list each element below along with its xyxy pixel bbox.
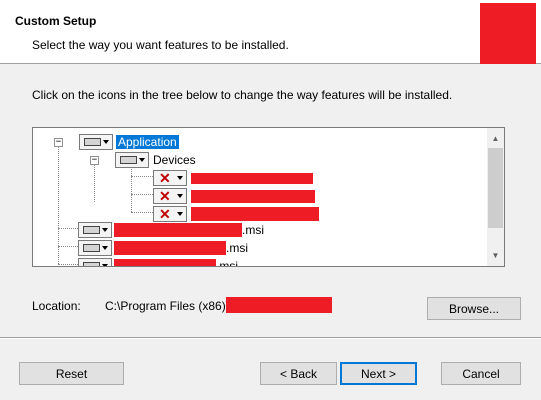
redacted-label xyxy=(191,207,319,221)
instruction-text: Click on the icons in the tree below to … xyxy=(32,88,453,102)
dropdown-arrow-icon xyxy=(103,140,109,144)
dialog-header: Custom Setup Select the way you want fea… xyxy=(0,0,541,64)
dropdown-arrow-icon xyxy=(102,264,108,266)
location-label: Location: xyxy=(32,299,81,313)
feature-state-dropdown[interactable]: ✕ xyxy=(153,170,187,186)
tree-line xyxy=(131,212,153,213)
red-x-icon: ✕ xyxy=(159,206,171,222)
tree-item-suffix: .msi xyxy=(216,259,238,267)
drive-icon xyxy=(120,156,137,164)
drive-icon xyxy=(83,244,100,252)
collapse-devices-icon[interactable]: − xyxy=(90,156,99,165)
tree-item-msi-1[interactable]: .msi xyxy=(78,221,264,239)
tree-item-suffix: .msi xyxy=(226,241,248,255)
drive-icon xyxy=(83,226,100,234)
feature-state-dropdown[interactable] xyxy=(115,152,149,168)
feature-tree[interactable]: − Application − Devices ✕ ✕ ✕ .msi .msi … xyxy=(32,127,505,267)
reset-button[interactable]: Reset xyxy=(19,362,124,385)
redacted-label xyxy=(114,259,216,266)
dropdown-arrow-icon xyxy=(177,194,183,198)
tree-item-device-1[interactable]: ✕ xyxy=(153,169,313,187)
browse-button[interactable]: Browse... xyxy=(427,297,521,320)
tree-line xyxy=(58,264,78,265)
scroll-thumb[interactable] xyxy=(488,148,503,228)
red-x-icon: ✕ xyxy=(159,170,171,186)
feature-state-dropdown[interactable] xyxy=(78,240,112,256)
feature-state-dropdown[interactable] xyxy=(78,258,112,266)
tree-line xyxy=(131,164,132,212)
feature-state-dropdown[interactable]: ✕ xyxy=(153,206,187,222)
scroll-up-icon[interactable]: ▲ xyxy=(487,130,504,147)
header-title: Custom Setup xyxy=(15,14,97,28)
dropdown-arrow-icon xyxy=(177,176,183,180)
collapse-application-icon[interactable]: − xyxy=(54,138,63,147)
cancel-button[interactable]: Cancel xyxy=(441,362,521,385)
tree-item-application[interactable]: Application xyxy=(79,133,179,151)
footer-divider xyxy=(0,337,541,339)
tree-item-device-2[interactable]: ✕ xyxy=(153,187,315,205)
tree-item-devices[interactable]: Devices xyxy=(115,151,196,169)
tree-line xyxy=(131,194,153,195)
location-path: C:\Program Files (x86)\ xyxy=(105,299,230,313)
tree-item-msi-2[interactable]: .msi xyxy=(78,239,248,257)
tree-item-label[interactable]: Application xyxy=(116,135,179,149)
redacted-label xyxy=(114,223,242,237)
tree-line xyxy=(131,176,153,177)
redacted-label xyxy=(191,172,313,184)
redacted-path xyxy=(226,297,332,313)
feature-state-dropdown[interactable] xyxy=(78,222,112,238)
feature-state-dropdown[interactable] xyxy=(79,134,113,150)
tree-scrollbar[interactable]: ▲ ▼ xyxy=(487,128,504,266)
scroll-down-icon[interactable]: ▼ xyxy=(487,247,504,264)
tree-item-label[interactable]: Devices xyxy=(153,153,196,167)
redacted-label xyxy=(114,241,226,255)
back-button[interactable]: < Back xyxy=(260,362,337,385)
redacted-logo xyxy=(480,3,536,64)
tree-item-msi-3[interactable]: .msi xyxy=(78,257,238,267)
tree-item-suffix: .msi xyxy=(242,223,264,237)
drive-icon xyxy=(83,262,100,266)
tree-line xyxy=(58,246,78,247)
feature-state-dropdown[interactable]: ✕ xyxy=(153,188,187,204)
dropdown-arrow-icon xyxy=(102,228,108,232)
dropdown-arrow-icon xyxy=(177,212,183,216)
dropdown-arrow-icon xyxy=(139,158,145,162)
dropdown-arrow-icon xyxy=(102,246,108,250)
red-x-icon: ✕ xyxy=(159,188,171,204)
drive-icon xyxy=(84,138,101,146)
header-subtitle: Select the way you want features to be i… xyxy=(32,38,289,52)
redacted-label xyxy=(191,189,315,203)
next-button[interactable]: Next > xyxy=(340,362,417,385)
tree-line xyxy=(58,228,78,229)
tree-line xyxy=(94,164,95,202)
